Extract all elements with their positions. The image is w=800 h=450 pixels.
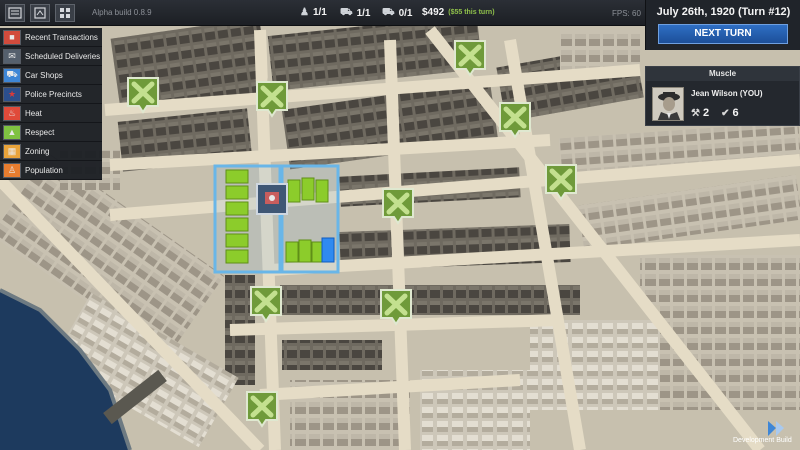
- ledger-button[interactable]: [30, 3, 50, 22]
- money-value: $492: [422, 7, 445, 18]
- car-shop-icon: ⛟: [3, 67, 21, 83]
- transactions-icon: ■: [3, 29, 21, 45]
- turn-panel: July 26th, 1920 (Turn #12) NEXT TURN: [645, 0, 800, 50]
- menu-item-car-shops[interactable]: ⛟ Car Shops: [0, 66, 102, 85]
- population-icon: ♙: [3, 162, 21, 178]
- muscle-count: 1/1: [312, 7, 327, 18]
- car-icon: ⛟: [340, 7, 353, 18]
- development-build-label: Development Build: [733, 437, 792, 444]
- next-turn-button[interactable]: NEXT TURN: [658, 24, 788, 44]
- respect-icon: ▲: [3, 124, 21, 140]
- checklist-icon: [8, 6, 22, 19]
- deliveries-icon: ✉: [3, 48, 21, 64]
- racket-marker-icon[interactable]: [256, 81, 288, 118]
- character-role: Muscle: [646, 67, 799, 81]
- grid-icon: [60, 7, 70, 18]
- muscle-stat: ♟ 1/1: [300, 7, 327, 18]
- money-stat: $492 ($55 this turn): [422, 7, 495, 18]
- menu-item-police-precincts[interactable]: ★ Police Precincts: [0, 85, 102, 104]
- menu-item-zoning[interactable]: ▦ Zoning: [0, 142, 102, 161]
- money-delta: ($55 this turn): [448, 9, 495, 16]
- character-stat-b-value: 6: [732, 107, 739, 119]
- menu-item-label: Recent Transactions: [25, 32, 98, 42]
- business-marker-icon[interactable]: [256, 183, 288, 215]
- truck-count: 0/1: [398, 8, 413, 19]
- menu-item-label: Heat: [25, 108, 42, 118]
- character-stats: ⚒ 2 ✔ 6: [691, 107, 739, 119]
- racket-marker-icon[interactable]: [454, 40, 486, 77]
- car-count: 1/1: [356, 8, 371, 19]
- zoning-icon: ▦: [3, 143, 21, 159]
- racket-marker-icon[interactable]: [545, 164, 577, 201]
- racket-marker-icon[interactable]: [380, 289, 412, 326]
- menu-item-label: Car Shops: [25, 70, 63, 80]
- truck-icon: ⛟: [382, 7, 395, 18]
- selected-building[interactable]: [321, 237, 335, 263]
- portrait-avatar-icon: [653, 88, 683, 120]
- options-button[interactable]: [55, 3, 75, 22]
- car-stat: ⛟ 1/1: [340, 7, 371, 20]
- checkmark-icon: ✔: [721, 107, 730, 119]
- studio-logo-icon: [768, 421, 784, 436]
- overlay-menu: ■ Recent Transactions ✉ Scheduled Delive…: [0, 28, 102, 180]
- character-stat-b: ✔ 6: [721, 107, 739, 119]
- character-name: Jean Wilson (YOU): [691, 89, 763, 98]
- fps-counter: FPS: 60: [612, 9, 641, 18]
- heat-icon: ♨: [3, 105, 21, 121]
- menu-item-scheduled-deliveries[interactable]: ✉ Scheduled Deliveries: [0, 47, 102, 66]
- menu-item-label: Police Precincts: [25, 89, 82, 99]
- menu-item-heat[interactable]: ♨ Heat: [0, 104, 102, 123]
- racket-marker-icon[interactable]: [127, 77, 159, 114]
- character-stat-a-value: 2: [702, 107, 710, 119]
- menu-toggle-button[interactable]: [5, 3, 25, 22]
- menu-item-population[interactable]: ♙ Population: [0, 161, 102, 180]
- menu-item-label: Respect: [25, 127, 55, 137]
- police-icon: ★: [3, 86, 21, 102]
- racket-marker-icon[interactable]: [246, 391, 278, 428]
- menu-item-label: Zoning: [25, 146, 50, 156]
- character-portrait[interactable]: [652, 87, 684, 121]
- ledger-icon: [34, 6, 46, 19]
- menu-item-respect[interactable]: ▲ Respect: [0, 123, 102, 142]
- muscle-icon: ♟: [300, 7, 309, 18]
- menu-item-label: Population: [25, 165, 63, 175]
- racket-marker-icon[interactable]: [382, 188, 414, 225]
- character-panel[interactable]: Muscle Jean Wilson (YOU) ⚒ 2 ✔ 6: [645, 66, 800, 126]
- racket-marker-icon[interactable]: [499, 102, 531, 139]
- build-label: Alpha build 0.8.9: [92, 8, 152, 17]
- tommy-gun-icon: ⚒: [691, 107, 700, 119]
- menu-item-recent-transactions[interactable]: ■ Recent Transactions: [0, 28, 102, 47]
- menu-item-label: Scheduled Deliveries: [25, 51, 101, 61]
- character-stat-a: ⚒ 2: [691, 107, 709, 119]
- racket-marker-icon[interactable]: [250, 286, 282, 323]
- truck-stat: ⛟ 0/1: [382, 7, 413, 20]
- date-turn-label: July 26th, 1920 (Turn #12): [656, 6, 791, 18]
